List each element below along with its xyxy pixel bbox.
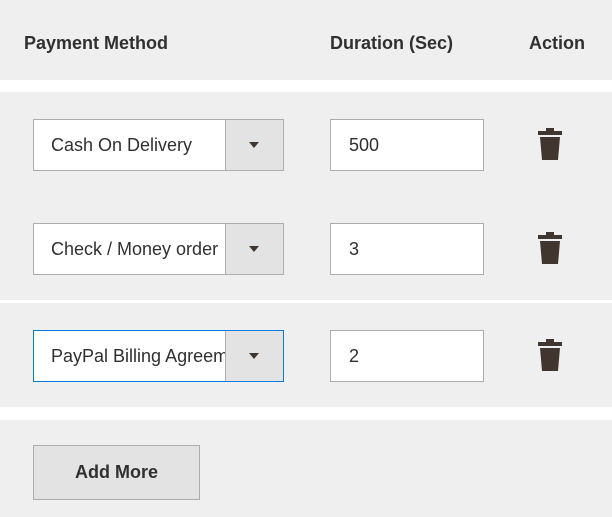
payment-method-value: Check / Money order <box>51 239 219 259</box>
header-duration: Duration (Sec) <box>330 33 454 53</box>
table-row: PayPal Billing Agreement <box>0 303 612 407</box>
add-more-button[interactable]: Add More <box>33 445 200 500</box>
grid-footer: Add More <box>0 420 612 517</box>
select-toggle-button[interactable] <box>225 120 283 170</box>
duration-input[interactable] <box>330 223 484 275</box>
payment-method-select[interactable]: Cash On Delivery <box>33 119 284 171</box>
chevron-down-icon <box>249 353 259 359</box>
chevron-down-icon <box>249 142 259 148</box>
payment-duration-grid: Payment Method Duration (Sec) Action Cas… <box>0 0 612 517</box>
duration-input[interactable] <box>330 119 484 171</box>
payment-method-select[interactable]: Check / Money order <box>33 223 284 275</box>
trash-icon[interactable] <box>536 339 564 371</box>
trash-icon[interactable] <box>536 128 564 160</box>
payment-method-value: Cash On Delivery <box>51 135 193 155</box>
chevron-down-icon <box>249 246 259 252</box>
payment-method-select[interactable]: PayPal Billing Agreement <box>33 330 284 382</box>
table-row: Cash On Delivery <box>0 92 612 196</box>
payment-method-value: PayPal Billing Agreement <box>51 346 227 366</box>
trash-icon[interactable] <box>536 232 564 264</box>
header-action: Action <box>529 33 585 53</box>
table-row: Check / Money order <box>0 196 612 300</box>
header-payment-method: Payment Method <box>24 33 169 53</box>
select-toggle-button[interactable] <box>225 331 283 381</box>
select-toggle-button[interactable] <box>225 224 283 274</box>
duration-input[interactable] <box>330 330 484 382</box>
grid-header: Payment Method Duration (Sec) Action <box>0 0 612 80</box>
